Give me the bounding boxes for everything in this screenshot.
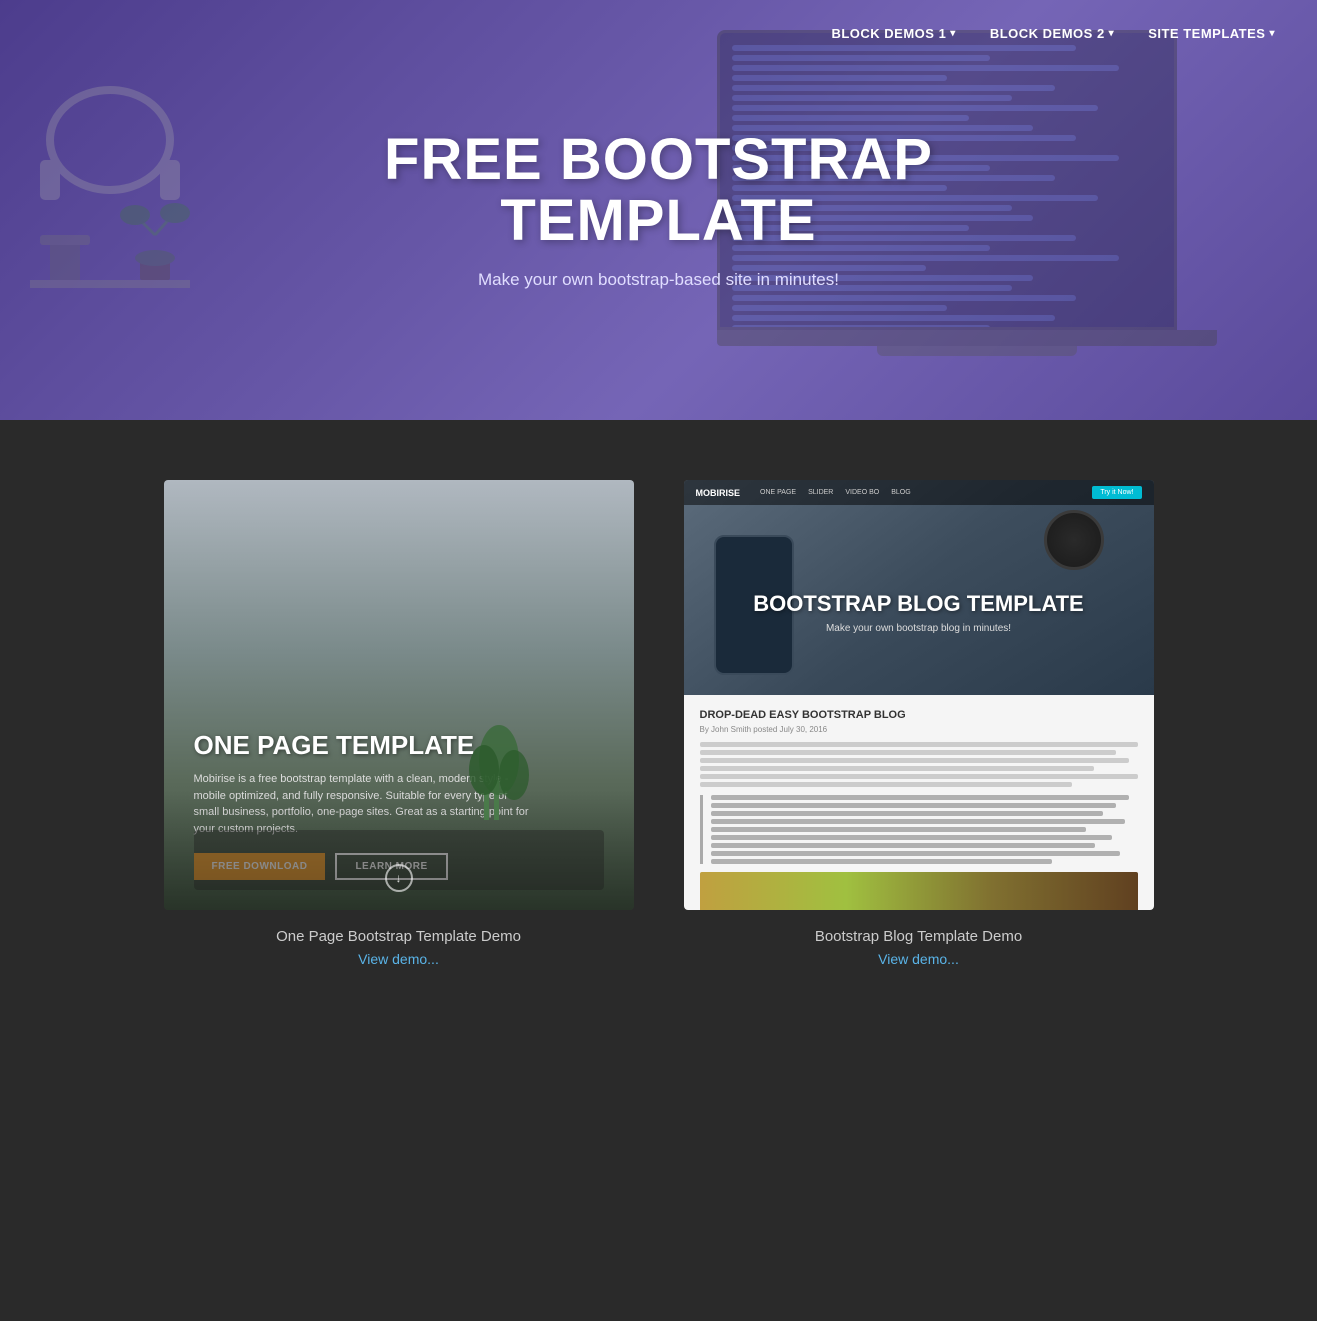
card2-view-demo-link[interactable]: View demo... [878, 951, 959, 967]
card2-label: Bootstrap Blog Template Demo [815, 928, 1022, 945]
card2-try-button[interactable]: Try it Now! [1092, 486, 1141, 499]
card2-nav-blog[interactable]: BLOG [891, 489, 910, 496]
card2-nav-video-bo[interactable]: VIDEO BO [845, 489, 879, 496]
chevron-down-icon-1: ▾ [950, 28, 956, 39]
blog-bottom-image [700, 872, 1138, 910]
blog-post-title: DROP-DEAD EASY BOOTSTRAP BLOG [700, 709, 1138, 721]
blog-text-line-1 [700, 742, 1138, 747]
scroll-down-arrow[interactable]: ↓ [385, 864, 413, 892]
card2-nav-one-page[interactable]: ONE PAGE [760, 489, 796, 496]
card2-top: MOBIRISE ONE PAGE SLIDER VIDEO BO BLOG T… [684, 480, 1154, 695]
blog-quote-line-2 [711, 803, 1117, 808]
laptop-stand [877, 346, 1077, 356]
card1-view-demo-link[interactable]: View demo... [358, 951, 439, 967]
nav-label-site-templates: SITE TEMPLATES [1148, 26, 1265, 41]
blog-text-line-5 [700, 774, 1138, 779]
card2-nav-slider[interactable]: SLIDER [808, 489, 833, 496]
hero-title: FREE BOOTSTRAP TEMPLATE [329, 130, 989, 252]
blog-text-line-4 [700, 766, 1094, 771]
card2-subtitle: Make your own bootstrap blog in minutes! [753, 623, 1083, 634]
card-one-page-template: ONE PAGE TEMPLATE Mobirise is a free boo… [164, 480, 634, 967]
card2-wrapper: MOBIRISE ONE PAGE SLIDER VIDEO BO BLOG T… [684, 480, 1154, 910]
card-image-one-page[interactable]: ONE PAGE TEMPLATE Mobirise is a free boo… [164, 480, 634, 910]
card1-background: ONE PAGE TEMPLATE Mobirise is a free boo… [164, 480, 634, 910]
blog-text-line-2 [700, 750, 1116, 755]
laptop-base [717, 330, 1217, 346]
card2-title: BOOTSTRAP BLOG TEMPLATE [753, 591, 1083, 617]
cards-section: ONE PAGE TEMPLATE Mobirise is a free boo… [0, 420, 1317, 1047]
nav-item-block-demos-1[interactable]: BLOCK DEMOS 1 ▾ [819, 18, 967, 49]
blog-post-meta: By John Smith posted July 30, 2016 [700, 725, 1138, 734]
card-image-blog[interactable]: MOBIRISE ONE PAGE SLIDER VIDEO BO BLOG T… [684, 480, 1154, 910]
arrow-down-icon: ↓ [396, 871, 402, 885]
navbar: BLOCK DEMOS 1 ▾ BLOCK DEMOS 2 ▾ SITE TEM… [789, 0, 1317, 67]
blog-text-line-6 [700, 782, 1072, 787]
blog-text-line-3 [700, 758, 1129, 763]
plant-decoration [464, 720, 534, 820]
hero-content: FREE BOOTSTRAP TEMPLATE Make your own bo… [309, 130, 1009, 290]
card-blog-template: MOBIRISE ONE PAGE SLIDER VIDEO BO BLOG T… [684, 480, 1154, 967]
card2-nav-logo: MOBIRISE [696, 488, 741, 498]
hero-left-decoration [20, 60, 200, 360]
blog-quote-line-4 [711, 819, 1125, 824]
chevron-down-icon-2: ▾ [1109, 28, 1115, 39]
nav-item-block-demos-2[interactable]: BLOCK DEMOS 2 ▾ [978, 18, 1126, 49]
blog-quote-line-3 [711, 811, 1104, 816]
card2-bottom: DROP-DEAD EASY BOOTSTRAP BLOG By John Sm… [684, 695, 1154, 910]
nav-item-site-templates[interactable]: SITE TEMPLATES ▾ [1136, 18, 1287, 49]
camera-decoration [1044, 510, 1104, 570]
card1-label: One Page Bootstrap Template Demo [276, 928, 521, 945]
blog-quote-line-1 [711, 795, 1129, 800]
blog-quote-block [700, 795, 1138, 864]
blog-quote-line-6 [711, 835, 1112, 840]
hero-subtitle: Make your own bootstrap-based site in mi… [329, 270, 989, 290]
nav-label-block-demos-2: BLOCK DEMOS 2 [990, 26, 1105, 41]
nav-label-block-demos-1: BLOCK DEMOS 1 [831, 26, 946, 41]
blog-quote-line-5 [711, 827, 1087, 832]
blog-quote-line-8 [711, 851, 1121, 856]
blog-quote-line-9 [711, 859, 1053, 864]
blog-quote-line-7 [711, 843, 1095, 848]
card2-navbar: MOBIRISE ONE PAGE SLIDER VIDEO BO BLOG T… [684, 480, 1154, 505]
card1-title: ONE PAGE TEMPLATE [194, 730, 604, 761]
chevron-down-icon-3: ▾ [1269, 28, 1275, 39]
